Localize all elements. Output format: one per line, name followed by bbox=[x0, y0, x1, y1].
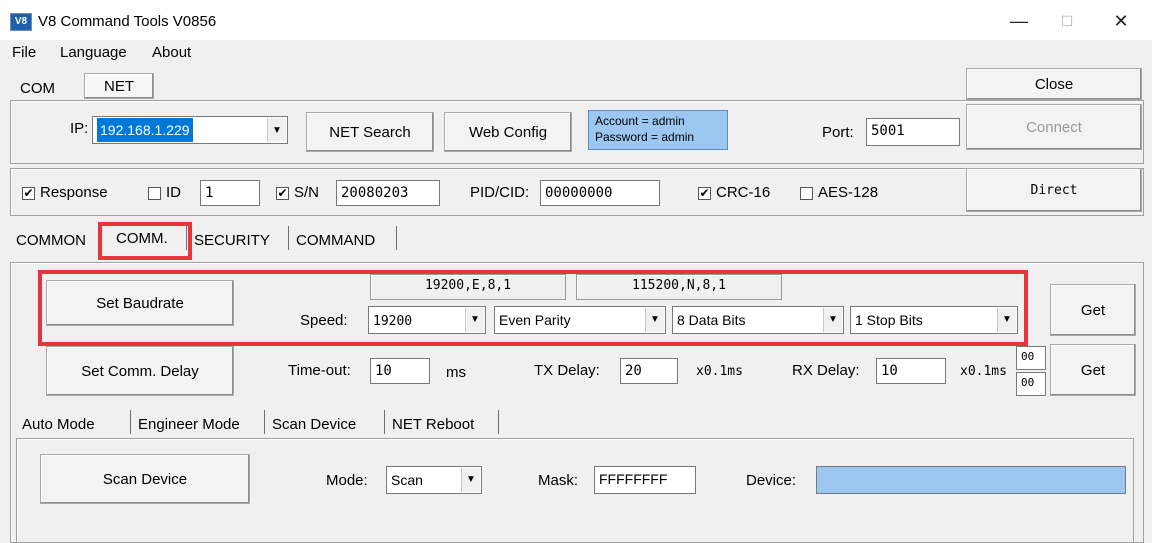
tab-separator bbox=[384, 410, 385, 434]
tab-separator bbox=[130, 410, 131, 434]
aes-label: AES-128 bbox=[818, 184, 879, 201]
ip-combo[interactable]: 192.168.1.229 ▼ bbox=[92, 116, 288, 144]
account-text: Account = admin bbox=[595, 114, 685, 128]
sn-label: S/N bbox=[294, 184, 320, 201]
app-icon: V8 bbox=[10, 13, 32, 31]
rx-unit: x0.1ms bbox=[960, 364, 1007, 379]
set-comm-delay-button[interactable]: Set Comm. Delay bbox=[46, 346, 234, 396]
pid-field[interactable]: 00000000 bbox=[540, 180, 660, 206]
device-label: Device: bbox=[746, 472, 797, 489]
port-field[interactable]: 5001 bbox=[866, 118, 960, 146]
tab-common[interactable]: COMMON bbox=[16, 232, 86, 249]
menu-about[interactable]: About bbox=[152, 44, 191, 61]
sn-checkbox[interactable]: ✔ bbox=[276, 187, 289, 200]
menu-language[interactable]: Language bbox=[60, 44, 127, 61]
ip-label: IP: bbox=[70, 120, 89, 137]
get-baudrate-button[interactable]: Get bbox=[1050, 284, 1136, 336]
scan-device-button[interactable]: Scan Device bbox=[40, 454, 250, 504]
tab-command[interactable]: COMMAND bbox=[296, 232, 375, 249]
direct-button[interactable]: Direct bbox=[966, 168, 1142, 212]
connect-button[interactable]: Connect bbox=[966, 104, 1142, 150]
window-title: V8 Command Tools V0856 bbox=[38, 13, 217, 30]
close-button[interactable]: Close bbox=[966, 68, 1142, 100]
mode-select[interactable]: Scan ▼ bbox=[386, 466, 482, 494]
device-field[interactable] bbox=[816, 466, 1126, 494]
delay-bottom-field[interactable]: 00 bbox=[1016, 372, 1046, 396]
response-checkbox[interactable]: ✔ bbox=[22, 187, 35, 200]
mode-value: Scan bbox=[391, 472, 423, 488]
mode-label: Mode: bbox=[326, 472, 368, 489]
baudrate-highlight bbox=[38, 270, 1028, 346]
tab-separator bbox=[498, 410, 499, 434]
timeout-field[interactable]: 10 bbox=[370, 358, 430, 384]
tab-separator bbox=[396, 226, 397, 250]
tab-separator bbox=[264, 410, 265, 434]
delay-top-field[interactable]: 00 bbox=[1016, 346, 1046, 370]
timeout-unit: ms bbox=[446, 364, 466, 381]
rx-delay-field[interactable]: 10 bbox=[876, 358, 946, 384]
tx-delay-field[interactable]: 20 bbox=[620, 358, 678, 384]
close-window-icon[interactable]: ✕ bbox=[1098, 6, 1144, 36]
response-label: Response bbox=[40, 184, 108, 201]
maximize-icon[interactable]: ☐ bbox=[1044, 6, 1090, 36]
minimize-icon[interactable]: — bbox=[996, 6, 1042, 36]
tab-scan-device[interactable]: Scan Device bbox=[272, 416, 356, 433]
tab-com[interactable]: COM bbox=[20, 80, 55, 97]
mask-field[interactable]: FFFFFFFF bbox=[594, 466, 696, 494]
timeout-label: Time-out: bbox=[288, 362, 351, 379]
id-checkbox[interactable] bbox=[148, 187, 161, 200]
mask-label: Mask: bbox=[538, 472, 579, 489]
port-label: Port: bbox=[822, 124, 854, 141]
rx-delay-label: RX Delay: bbox=[792, 362, 860, 379]
credentials-box: Account = admin Password = admin bbox=[588, 110, 728, 150]
web-config-button[interactable]: Web Config bbox=[444, 112, 572, 152]
id-field[interactable]: 1 bbox=[200, 180, 260, 206]
aes-checkbox[interactable] bbox=[800, 187, 813, 200]
chevron-down-icon[interactable]: ▼ bbox=[461, 468, 480, 492]
net-search-button[interactable]: NET Search bbox=[306, 112, 434, 152]
tab-separator bbox=[288, 226, 289, 250]
menu-file[interactable]: File bbox=[12, 44, 36, 61]
pid-label: PID/CID: bbox=[470, 184, 530, 201]
tab-net-reboot[interactable]: NET Reboot bbox=[392, 416, 474, 433]
tab-engineer-mode[interactable]: Engineer Mode bbox=[138, 416, 240, 433]
tx-unit: x0.1ms bbox=[696, 364, 743, 379]
crc-checkbox[interactable]: ✔ bbox=[698, 187, 711, 200]
tab-auto-mode[interactable]: Auto Mode bbox=[22, 416, 95, 433]
comm-tab-highlight bbox=[98, 222, 192, 260]
id-label: ID bbox=[166, 184, 181, 201]
chevron-down-icon[interactable]: ▼ bbox=[267, 118, 286, 142]
tx-delay-label: TX Delay: bbox=[534, 362, 600, 379]
password-text: Password = admin bbox=[595, 130, 695, 144]
sn-field[interactable]: 20080203 bbox=[336, 180, 440, 206]
tab-security[interactable]: SECURITY bbox=[194, 232, 270, 249]
tab-net[interactable]: NET bbox=[84, 73, 154, 99]
get-delay-button[interactable]: Get bbox=[1050, 344, 1136, 396]
ip-value: 192.168.1.229 bbox=[97, 118, 193, 142]
crc-label: CRC-16 bbox=[716, 184, 771, 201]
